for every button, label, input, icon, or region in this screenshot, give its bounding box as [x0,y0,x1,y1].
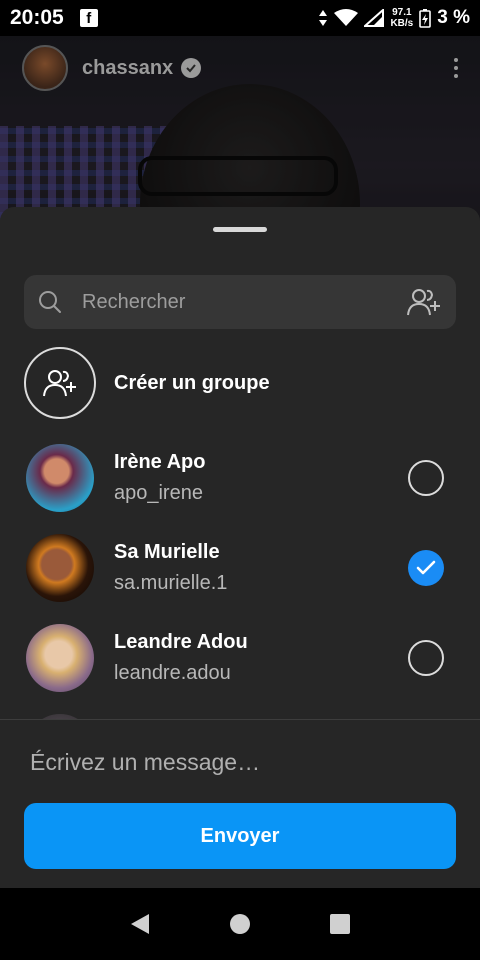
contact-select-radio[interactable] [408,640,444,676]
checkmark-icon [416,560,436,575]
contact-row-partial[interactable] [0,703,480,719]
back-icon[interactable] [120,904,160,944]
contact-row[interactable]: Sa Murielle sa.murielle.1 [0,523,480,613]
battery-percent: 3 % [437,7,470,28]
contact-row[interactable]: Leandre Adou leandre.adou [0,613,480,703]
search-input[interactable] [82,290,406,314]
contact-avatar [26,444,94,512]
navigation-bar [0,888,480,960]
more-options-icon[interactable] [454,58,458,78]
message-input[interactable] [30,737,450,787]
verified-badge-icon [181,58,202,78]
sheet-drag-handle[interactable] [213,227,267,232]
home-icon[interactable] [220,904,260,944]
send-button[interactable]: Envoyer [24,803,456,869]
wifi-icon [334,9,359,26]
create-group-row[interactable]: Créer un groupe [24,347,456,419]
recents-icon[interactable] [320,904,360,944]
contact-select-radio[interactable] [408,550,444,586]
search-icon [39,291,61,313]
data-arrows-icon [319,10,328,26]
contact-name: Sa Murielle [114,541,220,563]
contact-username: leandre.adou [114,662,231,684]
signal-icon [364,9,385,27]
status-icons: 97.1 KB/s 3 % [318,7,470,29]
contact-name: Irène Apo [114,451,206,473]
search-bar[interactable] [24,275,456,329]
share-sheet: Créer un groupe Irène Apo apo_irene Sa M… [0,207,480,888]
facebook-notification-icon: f [79,9,98,27]
profile-avatar[interactable] [22,45,68,91]
create-group-icon [24,347,96,419]
add-people-icon[interactable] [406,287,442,317]
network-speed-value: 97.1 [392,7,412,18]
battery-charging-icon [419,9,432,28]
story-header: chassanx [0,40,480,96]
network-speed-unit: KB/s [390,18,414,29]
profile-username[interactable]: chassanx [82,57,173,80]
contact-username: apo_irene [114,482,203,504]
contact-avatar [26,624,94,692]
contact-avatar [26,534,94,602]
network-speed: 97.1 KB/s [390,7,413,29]
divider [0,719,480,720]
contact-select-radio[interactable] [408,460,444,496]
contact-row[interactable]: Irène Apo apo_irene [0,433,480,523]
contact-username: sa.murielle.1 [114,572,228,594]
status-bar: 20:05 f 97.1 KB/s 3 % [0,0,480,36]
status-time: 20:05 [10,6,64,29]
contact-name: Leandre Adou [114,631,248,653]
create-group-label: Créer un groupe [114,371,270,394]
contact-list: Irène Apo apo_irene Sa Murielle sa.murie… [0,433,480,719]
